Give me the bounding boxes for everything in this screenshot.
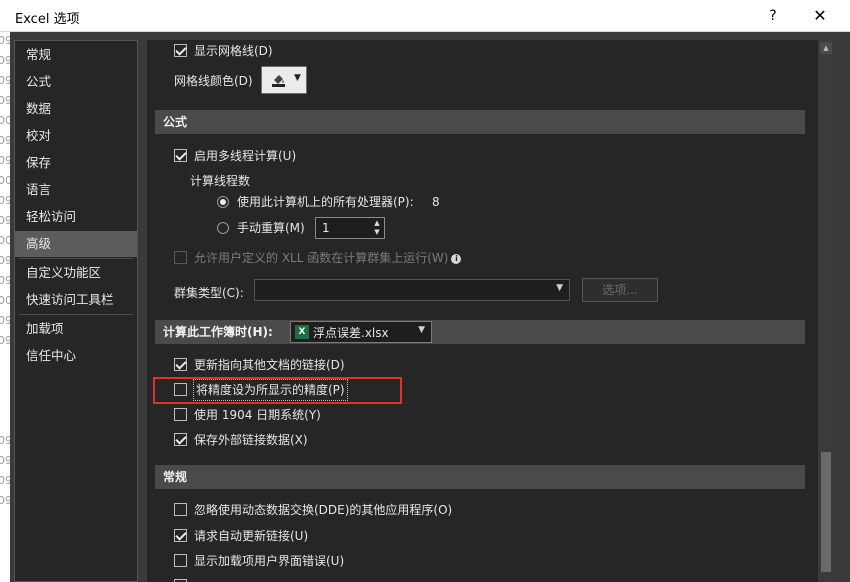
sidebar-item-data[interactable]: 数据 (15, 96, 137, 122)
date-1904-label: 使用 1904 日期系统(Y) (194, 408, 321, 422)
update-links-label: 更新指向其他文档的链接(D) (194, 358, 345, 372)
cluster-type-select[interactable]: ▼ (254, 279, 570, 301)
sheet-cell: 09 (0, 494, 10, 507)
help-button[interactable]: ? (758, 4, 788, 28)
sheet-cell: 00 (0, 174, 10, 187)
annotation-highlight-box (153, 377, 402, 404)
sheet-cell: 09 (0, 454, 10, 467)
options-dialog: 常规 公式 数据 校对 保存 语言 轻松访问 高级 自定义功能区 快速访问工具栏… (10, 32, 850, 582)
formulas-section-header: 公式 (155, 110, 805, 134)
chevron-down-icon: ▼ (418, 325, 425, 335)
sidebar-divider (19, 314, 133, 315)
chevron-down-icon: ▼ (556, 283, 563, 293)
paint-bucket-icon (272, 75, 285, 87)
workbook-select[interactable]: X 浮点误差.xlsx ▼ (290, 321, 432, 343)
sheet-cell: 09 (0, 254, 10, 267)
processor-count: 8 (432, 195, 440, 209)
sidebar-item-quick-access-toolbar[interactable]: 快速访问工具栏 (15, 287, 137, 313)
allow-xll-text: 允许用户定义的 XLL 函数在计算群集上运行(W) (194, 251, 449, 265)
sidebar-item-proofing[interactable]: 校对 (15, 123, 137, 149)
scrollbar-thumb[interactable] (821, 452, 831, 572)
use-all-processors-radio[interactable] (217, 196, 229, 208)
sidebar-divider (19, 258, 133, 259)
sidebar-item-advanced[interactable]: 高级 (15, 231, 137, 257)
excel-icon: X (295, 325, 309, 339)
sidebar-item-customize-ribbon[interactable]: 自定义功能区 (15, 260, 137, 286)
workbook-name: 浮点误差.xlsx (313, 326, 389, 340)
sheet-cell: 09 (0, 54, 10, 67)
save-external-links-label: 保存外部链接数据(X) (194, 433, 308, 447)
window-title: Excel 选项 (15, 12, 80, 27)
ask-update-links-checkbox[interactable] (174, 529, 187, 542)
chevron-down-icon: ▼ (294, 73, 301, 83)
sheet-cell: 09 (0, 154, 10, 167)
multithread-checkbox[interactable] (174, 149, 187, 162)
sheet-cell: 00 (0, 294, 10, 307)
sheet-cell: 09 (0, 34, 10, 47)
multithread-label: 启用多线程计算(U) (194, 149, 297, 163)
use-all-processors-label: 使用此计算机上的所有处理器(P): (237, 195, 414, 209)
sidebar-item-language[interactable]: 语言 (15, 177, 137, 203)
show-gridlines-label: 显示网格线(D) (194, 44, 273, 58)
cluster-type-label: 群集类型(C): (174, 286, 244, 300)
sheet-cell: 09 (0, 474, 10, 487)
sheet-cell: 09 (0, 334, 10, 347)
date-1904-checkbox[interactable] (174, 408, 187, 421)
update-links-checkbox[interactable] (174, 358, 187, 371)
save-external-links-checkbox[interactable] (174, 433, 187, 446)
allow-xll-checkbox[interactable] (174, 251, 187, 264)
vertical-scrollbar[interactable]: ▲ (818, 40, 834, 582)
thread-count-label: 计算线程数 (190, 174, 251, 188)
show-gridlines-checkbox[interactable] (174, 44, 187, 57)
stepper-up-icon[interactable]: ▲ (372, 219, 382, 228)
show-addin-errors-label: 显示加载项用户界面错误(U) (194, 554, 345, 568)
sheet-cell: 09 (0, 74, 10, 87)
scroll-up-icon[interactable]: ▲ (820, 42, 832, 54)
sheet-cell: 09 (0, 134, 10, 147)
title-bar: Excel 选项 ? ✕ (0, 0, 850, 32)
sidebar-item-accessibility[interactable]: 轻松访问 (15, 204, 137, 230)
sheet-cell: 09 (0, 214, 10, 227)
ignore-dde-label: 忽略使用动态数据交换(DDE)的其他应用程序(O) (194, 503, 453, 517)
manual-threads-label: 手动重算(M) (237, 221, 305, 235)
sidebar-item-formulas[interactable]: 公式 (15, 69, 137, 95)
allow-xll-label: 允许用户定义的 XLL 函数在计算群集上运行(W) i (194, 248, 462, 268)
sidebar-item-trust-center[interactable]: 信任中心 (15, 343, 137, 369)
sheet-cell: 00 (0, 114, 10, 127)
ignore-dde-checkbox[interactable] (174, 503, 187, 516)
close-button[interactable]: ✕ (805, 4, 835, 28)
info-icon: i (451, 254, 462, 264)
sheet-cell: 09 (0, 274, 10, 287)
sidebar-item-save[interactable]: 保存 (15, 150, 137, 176)
gridline-color-picker[interactable]: ▼ (261, 66, 307, 94)
options-sidebar: 常规 公式 数据 校对 保存 语言 轻松访问 高级 自定义功能区 快速访问工具栏… (14, 40, 138, 582)
sidebar-item-add-ins[interactable]: 加载项 (15, 316, 137, 342)
sheet-cell: 09 (0, 434, 10, 447)
sidebar-item-general[interactable]: 常规 (15, 42, 137, 68)
cluster-options-button[interactable]: 选项... (582, 278, 658, 302)
manual-threads-radio[interactable] (217, 222, 229, 234)
sheet-cell: 09 (0, 314, 10, 327)
show-addin-errors-checkbox[interactable] (174, 554, 187, 567)
thread-count-value: 1 (322, 221, 330, 235)
sheet-cell: 09 (0, 194, 10, 207)
sheet-cell: 00 (0, 234, 10, 247)
general-section-header: 常规 (155, 465, 805, 489)
ask-update-links-label: 请求自动更新链接(U) (194, 529, 309, 543)
sheet-cell: 09 (0, 94, 10, 107)
workbook-section-header: 计算此工作簿时(H): (155, 320, 805, 344)
gridline-color-label: 网格线颜色(D) (174, 74, 253, 88)
background-sheet-strip: 09 09 09 09 00 09 09 00 09 09 00 09 09 0… (0, 32, 10, 582)
stepper-down-icon[interactable]: ▼ (372, 228, 382, 237)
advanced-settings-pane: 显示网格线(D) 网格线颜色(D) ▼ 公式 启用多线程计算(U) 计算线程数 … (147, 40, 825, 582)
thread-count-stepper[interactable]: 1 ▲ ▼ (315, 217, 385, 239)
